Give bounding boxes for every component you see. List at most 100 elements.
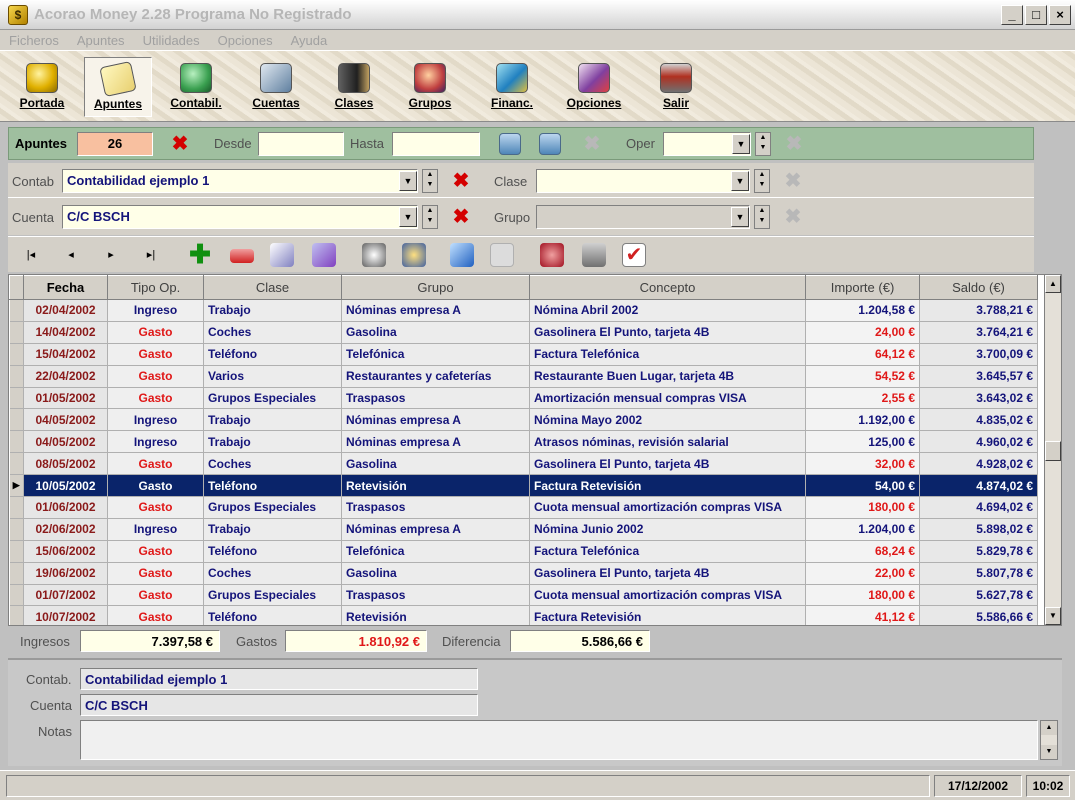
cell-fecha[interactable]: 02/06/2002 <box>23 518 108 541</box>
cell-grupo[interactable]: Traspasos <box>341 496 530 519</box>
row-indicator[interactable] <box>9 540 24 563</box>
filter-icon[interactable] <box>450 243 474 267</box>
last-record-button[interactable]: ▸| <box>138 242 164 268</box>
cell-importe[interactable]: 54,52 € <box>805 365 920 388</box>
cell-tipo[interactable]: Gasto <box>107 343 204 366</box>
cell-saldo[interactable]: 5.586,66 € <box>919 605 1038 625</box>
toolbar-salir-button[interactable]: Salir <box>642 57 710 117</box>
cell-concepto[interactable]: Nómina Abril 2002 <box>529 299 806 322</box>
toolbar-contabil-button[interactable]: Contabil. <box>162 57 230 117</box>
oper-clear-icon[interactable]: ✖ <box>783 133 805 155</box>
cell-tipo[interactable]: Gasto <box>107 584 204 607</box>
cell-concepto[interactable]: Factura Telefónica <box>529 540 806 563</box>
cell-importe[interactable]: 180,00 € <box>805 496 920 519</box>
table-row[interactable]: 14/04/2002 Gasto Coches Gasolina Gasolinera … <box>9 321 1038 344</box>
cell-clase[interactable]: Grupos Especiales <box>203 496 342 519</box>
notas-scroll-up-icon[interactable]: ▲ <box>1041 721 1057 735</box>
cell-grupo[interactable]: Traspasos <box>341 584 530 607</box>
notas-textarea[interactable] <box>80 720 1038 760</box>
column-header-importe[interactable]: Importe (€) <box>805 275 920 300</box>
cell-fecha[interactable]: 01/06/2002 <box>23 496 108 519</box>
table-row[interactable]: 15/04/2002 Gasto Teléfono Telefónica Factura… <box>9 343 1038 366</box>
cell-fecha[interactable]: 10/07/2002 <box>23 605 108 625</box>
table-row[interactable]: 10/07/2002 Gasto Teléfono Retevisión Factura… <box>9 605 1038 625</box>
column-header-clase[interactable]: Clase <box>203 275 342 300</box>
minimize-button[interactable]: _ <box>1001 5 1023 25</box>
table-row[interactable]: 01/07/2002 Gasto Grupos Especiales Traspaso… <box>9 584 1038 607</box>
cell-concepto[interactable]: Factura Retevisión <box>529 474 806 498</box>
cell-concepto[interactable]: Gasolinera El Punto, tarjeta 4B <box>529 562 806 585</box>
cell-clase[interactable]: Coches <box>203 452 342 476</box>
cell-importe[interactable]: 1.192,00 € <box>805 408 920 432</box>
table-row[interactable]: 19/06/2002 Gasto Coches Gasolina Gasolinera … <box>9 562 1038 585</box>
scroll-thumb[interactable] <box>1045 441 1061 461</box>
menu-opciones[interactable]: Opciones <box>209 33 282 48</box>
cell-saldo[interactable]: 4.835,02 € <box>919 408 1038 432</box>
clear-apuntes-icon[interactable]: ✖ <box>169 133 191 155</box>
cell-tipo[interactable]: Gasto <box>107 474 204 498</box>
cell-grupo[interactable]: Nóminas empresa A <box>341 299 530 322</box>
add-record-icon[interactable]: ✚ <box>188 241 212 267</box>
table-row[interactable]: ▶ 10/05/2002 Gasto Teléfono Retevisión Factur… <box>9 474 1038 498</box>
cell-grupo[interactable]: Nóminas empresa A <box>341 408 530 432</box>
close-button[interactable]: × <box>1049 5 1071 25</box>
search-icon[interactable] <box>362 243 386 267</box>
cell-saldo[interactable]: 5.829,78 € <box>919 540 1038 563</box>
maximize-button[interactable]: □ <box>1025 5 1047 25</box>
table-row[interactable]: 02/04/2002 Ingreso Trabajo Nóminas empresa … <box>9 299 1038 322</box>
grupo-dropdown-icon[interactable]: ▼ <box>731 207 749 227</box>
cell-grupo[interactable]: Traspasos <box>341 387 530 410</box>
notas-scroll-down-icon[interactable]: ▼ <box>1041 745 1057 759</box>
cell-grupo[interactable]: Nóminas empresa A <box>341 518 530 541</box>
cell-clase[interactable]: Teléfono <box>203 343 342 366</box>
cell-fecha[interactable]: 19/06/2002 <box>23 562 108 585</box>
filter-save-icon[interactable] <box>539 133 561 155</box>
cell-saldo[interactable]: 4.960,02 € <box>919 430 1038 454</box>
first-record-button[interactable]: |◂ <box>18 242 44 268</box>
cell-concepto[interactable]: Restaurante Buen Lugar, tarjeta 4B <box>529 365 806 388</box>
row-indicator[interactable] <box>9 496 24 519</box>
cell-fecha[interactable]: 08/05/2002 <box>23 452 108 476</box>
copy-icon[interactable] <box>490 243 514 267</box>
cell-fecha[interactable]: 04/05/2002 <box>23 430 108 454</box>
cell-tipo[interactable]: Ingreso <box>107 430 204 454</box>
cell-saldo[interactable]: 3.700,09 € <box>919 343 1038 366</box>
cell-fecha[interactable]: 01/05/2002 <box>23 387 108 410</box>
cell-saldo[interactable]: 5.807,78 € <box>919 562 1038 585</box>
cell-concepto[interactable]: Factura Telefónica <box>529 343 806 366</box>
cuenta-spinner[interactable]: ▲ ▼ <box>422 205 438 229</box>
menu-ficheros[interactable]: Ficheros <box>0 33 68 48</box>
cell-tipo[interactable]: Ingreso <box>107 408 204 432</box>
grupo-clear-icon[interactable]: ✖ <box>782 206 804 228</box>
cell-saldo[interactable]: 3.645,57 € <box>919 365 1038 388</box>
row-indicator[interactable] <box>9 452 24 476</box>
cell-importe[interactable]: 2,55 € <box>805 387 920 410</box>
cell-grupo[interactable]: Gasolina <box>341 562 530 585</box>
cell-tipo[interactable]: Gasto <box>107 365 204 388</box>
row-indicator[interactable] <box>9 321 24 344</box>
cell-concepto[interactable]: Cuota mensual amortización compras VISA <box>529 584 806 607</box>
cell-saldo[interactable]: 5.898,02 € <box>919 518 1038 541</box>
row-indicator[interactable] <box>9 584 24 607</box>
filter-apply-icon[interactable] <box>499 133 521 155</box>
table-row[interactable]: 01/05/2002 Gasto Grupos Especiales Traspaso… <box>9 387 1038 410</box>
cell-grupo[interactable]: Gasolina <box>341 452 530 476</box>
row-indicator[interactable] <box>9 605 24 625</box>
cell-saldo[interactable]: 4.694,02 € <box>919 496 1038 519</box>
table-row[interactable]: 22/04/2002 Gasto Varios Restaurantes y cafe… <box>9 365 1038 388</box>
clase-dropdown-icon[interactable]: ▼ <box>731 171 749 191</box>
clase-select[interactable] <box>536 169 750 193</box>
cell-grupo[interactable]: Retevisión <box>341 474 530 498</box>
cell-grupo[interactable]: Telefónica <box>341 343 530 366</box>
cell-importe[interactable]: 64,12 € <box>805 343 920 366</box>
scroll-down-icon[interactable]: ▼ <box>1045 607 1061 625</box>
cell-tipo[interactable]: Ingreso <box>107 518 204 541</box>
cell-clase[interactable]: Grupos Especiales <box>203 584 342 607</box>
column-header-concepto[interactable]: Concepto <box>529 275 806 300</box>
row-indicator[interactable] <box>9 343 24 366</box>
table-row[interactable]: 08/05/2002 Gasto Coches Gasolina Gasolinera … <box>9 452 1038 476</box>
toolbar-opciones-button[interactable]: Opciones <box>560 57 628 117</box>
cell-importe[interactable]: 180,00 € <box>805 584 920 607</box>
table-row[interactable]: 04/05/2002 Ingreso Trabajo Nóminas empresa … <box>9 408 1038 432</box>
cell-importe[interactable]: 1.204,00 € <box>805 518 920 541</box>
